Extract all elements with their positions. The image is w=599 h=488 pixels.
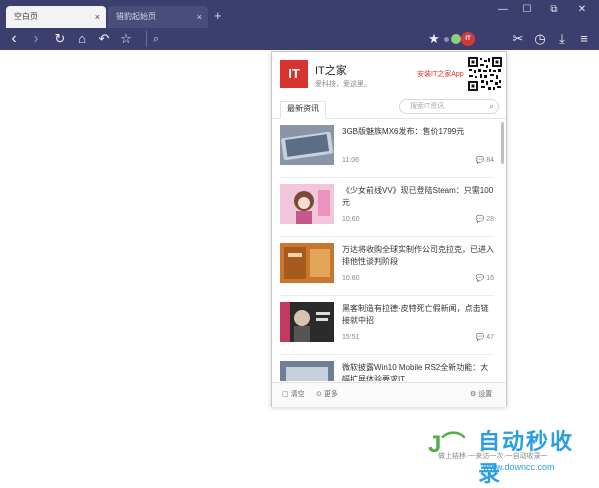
comment-count: 💬 16 bbox=[475, 275, 494, 282]
undo-icon[interactable]: ↶ bbox=[96, 31, 112, 47]
popup-tabs: 最新资讯 搜索IT资讯 ⌕ bbox=[272, 96, 506, 119]
install-app-link[interactable]: 安装IT之家App bbox=[417, 69, 464, 79]
news-title: 《少女前线VV》现已登陆Steam：只需100元 bbox=[342, 186, 494, 207]
comment-count: 💬 84 bbox=[475, 157, 494, 164]
watermark-subtext: 做上结移·一来访一次·一自动收录一 bbox=[438, 453, 548, 460]
news-time: 10:60 bbox=[342, 216, 360, 223]
home-icon[interactable]: ⌂ bbox=[74, 31, 90, 47]
forward-icon[interactable]: › bbox=[28, 31, 44, 47]
news-title: 万达将收购全球实制作公司克拉克，已进入排他性谈判阶段 bbox=[342, 245, 494, 266]
watermark: J⌒ 自动秒收录 做上结移·一来访一次·一自动收录一 www.downcc.co… bbox=[428, 424, 596, 486]
news-thumbnail bbox=[280, 302, 334, 342]
tab-label: 猎豹起始页 bbox=[116, 12, 156, 21]
slogan: 爱科技，爱这里。 bbox=[315, 81, 371, 88]
qr-code-icon bbox=[467, 56, 503, 92]
search-placeholder: 搜索IT资讯 bbox=[410, 103, 445, 110]
tab-close-icon[interactable]: × bbox=[95, 6, 100, 28]
navigation-toolbar: ‹ › ↻ ⌂ ↶ ☆ ⌕ ★ IT ✂ ◷ ⤓ ≡ bbox=[0, 28, 599, 50]
tab-close-icon[interactable]: × bbox=[197, 6, 202, 28]
title-bar: 空白页 × 猎豹起始页 × + — ☐ ⧉ ✕ bbox=[0, 0, 599, 28]
close-icon[interactable]: ✕ bbox=[575, 4, 589, 15]
comment-count: 💬 47 bbox=[475, 334, 494, 341]
tab-label: 空白页 bbox=[14, 12, 38, 21]
ithome-popup: IT IT之家 爱科技，爱这里。 安装IT之家App 最新资讯 搜索IT资讯 ⌕ bbox=[271, 51, 507, 407]
clock-icon[interactable]: ◷ bbox=[532, 31, 548, 47]
news-time: 15:51 bbox=[342, 334, 360, 341]
star-icon[interactable]: ★ bbox=[426, 31, 442, 47]
news-title: 微软披露Win10 Mobile RS2全新功能：大幅扩展体验要求IT bbox=[342, 363, 489, 381]
news-time: 10:60 bbox=[342, 275, 360, 282]
favorite-icon[interactable]: ☆ bbox=[118, 31, 134, 47]
tab-latest-news[interactable]: 最新资讯 bbox=[280, 101, 326, 119]
news-thumbnail bbox=[280, 125, 334, 165]
gear-icon: ⚙ bbox=[470, 391, 477, 398]
news-thumbnail bbox=[280, 184, 334, 224]
ithome-extension-icon[interactable]: IT bbox=[461, 32, 475, 46]
refresh-icon[interactable]: ↻ bbox=[52, 31, 68, 47]
popup-footer: ▢ 清空 ⊙ 更多 ⚙ 设置 bbox=[272, 382, 506, 407]
maximize-icon[interactable]: ☐ bbox=[520, 4, 534, 15]
ithome-logo: IT bbox=[280, 60, 308, 88]
list-item[interactable]: 黑客制造有拉德·皮特死亡假新闻，点击链接就中招 15:51 💬 47 bbox=[272, 296, 500, 354]
news-title: 黑客制造有拉德·皮特死亡假新闻，点击链接就中招 bbox=[342, 304, 489, 325]
news-list: 3GB版魅族MX6发布：售价1799元 11:06 💬 84 《少女前线VV》现… bbox=[272, 119, 500, 381]
status-dot-icon[interactable] bbox=[451, 34, 461, 44]
clear-button[interactable]: ▢ 清空 bbox=[282, 389, 305, 399]
minimize-icon[interactable]: — bbox=[496, 4, 510, 15]
restore-icon[interactable]: ⧉ bbox=[547, 4, 561, 15]
tab-start-page[interactable]: 猎豹起始页 × bbox=[108, 6, 208, 28]
scrollbar-thumb[interactable] bbox=[501, 122, 504, 164]
popup-header: IT IT之家 爱科技，爱这里。 安装IT之家App bbox=[272, 52, 506, 96]
news-title: 3GB版魅族MX6发布：售价1799元 bbox=[342, 127, 465, 136]
list-item[interactable]: 万达将收购全球实制作公司克拉克，已进入排他性谈判阶段 10:60 💬 16 bbox=[272, 237, 500, 295]
brand-name: IT之家 bbox=[315, 65, 347, 77]
settings-button[interactable]: ⚙ 设置 bbox=[470, 389, 492, 399]
menu-icon[interactable]: ≡ bbox=[576, 31, 592, 47]
more-button[interactable]: ⊙ 更多 bbox=[316, 389, 338, 399]
tab-blank-page[interactable]: 空白页 × bbox=[6, 6, 106, 28]
address-bar[interactable]: ⌕ bbox=[146, 31, 423, 47]
watermark-url: www.downcc.com bbox=[483, 462, 555, 472]
list-item[interactable]: 3GB版魅族MX6发布：售价1799元 11:06 💬 84 bbox=[272, 119, 500, 177]
trash-icon: ▢ bbox=[282, 391, 289, 398]
news-search-input[interactable]: 搜索IT资讯 ⌕ bbox=[399, 99, 499, 114]
dropdown-icon[interactable] bbox=[444, 37, 449, 42]
back-icon[interactable]: ‹ bbox=[6, 31, 22, 47]
scissors-icon[interactable]: ✂ bbox=[510, 31, 526, 47]
comment-count: 💬 28 bbox=[475, 216, 494, 223]
news-time: 11:06 bbox=[342, 157, 359, 164]
list-item[interactable]: 《少女前线VV》现已登陆Steam：只需100元 10:60 💬 28 bbox=[272, 178, 500, 236]
search-icon: ⌕ bbox=[153, 33, 160, 45]
more-icon: ⊙ bbox=[316, 391, 322, 398]
news-thumbnail bbox=[280, 243, 334, 283]
download-icon[interactable]: ⤓ bbox=[554, 31, 570, 47]
news-thumbnail bbox=[280, 361, 334, 381]
list-item[interactable]: 微软披露Win10 Mobile RS2全新功能：大幅扩展体验要求IT bbox=[272, 355, 500, 381]
search-icon[interactable]: ⌕ bbox=[489, 100, 494, 113]
new-tab-button[interactable]: + bbox=[214, 9, 222, 23]
